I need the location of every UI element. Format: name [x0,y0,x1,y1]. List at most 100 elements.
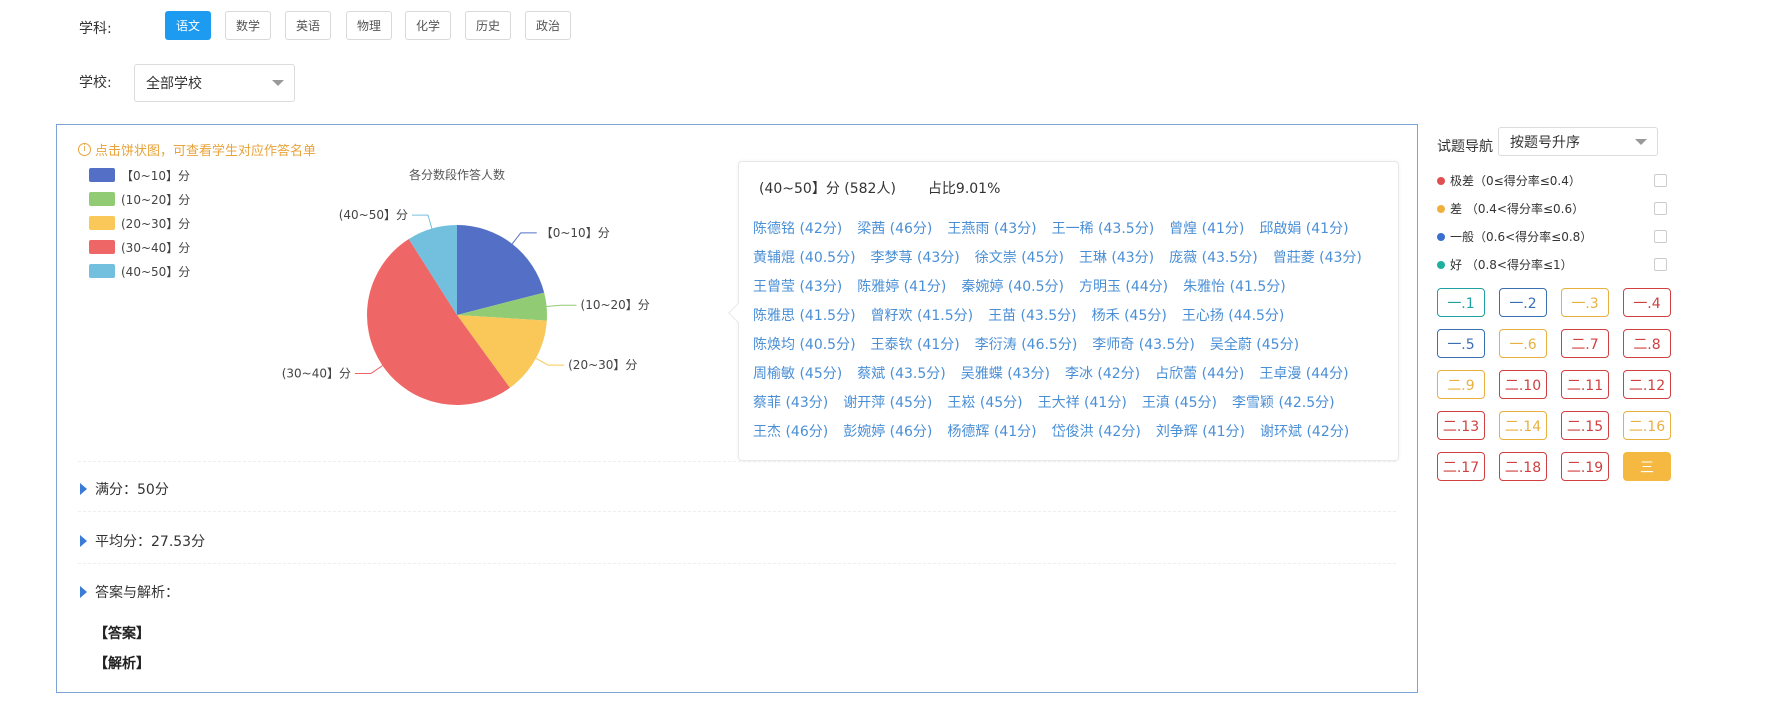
student-name[interactable]: 蔡菲 (43分) [753,389,828,418]
school-label: 学校: [79,75,112,91]
student-name[interactable]: 陈雅婷 (41分) [857,273,946,302]
question-button[interactable]: 一.6 [1499,329,1547,358]
student-name[interactable]: 蔡斌 (43.5分) [857,360,946,389]
subject-button[interactable]: 政治 [525,11,572,40]
legend-item[interactable]: 【0~10】分 [89,163,190,187]
student-name[interactable]: 梁茜 (46分) [857,215,932,244]
student-name[interactable]: 王滇 (45分) [1142,389,1217,418]
student-name[interactable]: 曾莊菱 (43分) [1273,244,1362,273]
question-button[interactable]: 二.8 [1623,329,1671,358]
student-name[interactable]: 王泰钦 (41分) [871,331,960,360]
student-name[interactable]: 王燕雨 (43分) [947,215,1036,244]
student-name[interactable]: 王崧 (45分) [947,389,1022,418]
student-name[interactable]: 王曾莹 (43分) [753,273,842,302]
student-name[interactable]: 朱雅怡 (41.5分) [1183,273,1286,302]
student-name[interactable]: 陈德铭 (42分) [753,215,842,244]
score-distribution-pie-chart[interactable]: 各分数段作答人数【0~10】分 (10~20】分 (20~30】分 (30~40】分 (… [207,155,707,445]
student-name[interactable]: 李梦荨 (43分) [871,244,960,273]
question-button[interactable]: 二.11 [1561,370,1609,399]
question-button[interactable]: 二.7 [1561,329,1609,358]
student-name[interactable]: 杨禾 (45分) [1092,302,1167,331]
subject-button[interactable]: 化学 [405,11,452,40]
pie-label: (20~30】分 [568,358,637,372]
analysis-section[interactable]: 答案与解析： [80,582,179,602]
score-rate-filter[interactable]: 一般（0.6<得分率≤0.8） [1437,228,1667,245]
student-name[interactable]: 李衍涛 (46.5分) [975,331,1078,360]
student-name[interactable]: 徐文崇 (45分) [975,244,1064,273]
question-button[interactable]: 二.10 [1499,370,1547,399]
student-name[interactable]: 王琳 (43分) [1079,244,1154,273]
legend-item[interactable]: (40~50】分 [89,259,190,283]
question-button[interactable]: 一.4 [1623,288,1671,317]
filter-checkbox[interactable] [1654,174,1667,187]
question-button[interactable]: 二.18 [1499,452,1547,481]
score-rate-filter[interactable]: 极差（0≤得分率≤0.4） [1437,172,1667,189]
question-button[interactable]: 一.3 [1561,288,1609,317]
student-name[interactable]: 王苗 (43.5分) [988,302,1077,331]
question-button[interactable]: 二.16 [1623,411,1671,440]
student-name[interactable]: 周榆敏 (45分) [753,360,842,389]
subject-button[interactable]: 语文 [165,11,212,40]
filter-label: 差 （0.4<得分率≤0.6） [1450,202,1585,216]
school-select[interactable]: 全部学校 [134,64,295,102]
student-name[interactable]: 杨德辉 (41分) [947,418,1036,447]
student-name[interactable]: 谢环斌 (42分) [1260,418,1349,447]
question-button[interactable]: 二.13 [1437,411,1485,440]
question-button-grid: 一.1 一.2 一.3 一.4 一.5 一.6 二.7 二.8 二.9 二.10 二.11 二.12 二… [1437,288,1671,481]
subject-button[interactable]: 英语 [285,11,332,40]
subject-button[interactable]: 数学 [225,11,272,40]
student-name[interactable]: 李雪颖 (42.5分) [1232,389,1335,418]
student-name[interactable]: 曾籽欢 (41.5分) [871,302,974,331]
student-name[interactable]: 王卓漫 (44分) [1259,360,1348,389]
question-button[interactable]: 一.1 [1437,288,1485,317]
student-name[interactable]: 秦婉婷 (40.5分) [961,273,1064,302]
legend-item[interactable]: (10~20】分 [89,187,190,211]
legend-label: 【0~10】分 [121,168,190,183]
legend-item[interactable]: (30~40】分 [89,235,190,259]
score-rate-filter[interactable]: 好 （0.8<得分率≤1） [1437,256,1667,273]
question-button[interactable]: 二.19 [1561,452,1609,481]
student-name[interactable]: 彭婉婷 (46分) [843,418,932,447]
pie-label-line [535,357,565,366]
legend-item[interactable]: (20~30】分 [89,211,190,235]
student-name[interactable]: 陈焕均 (40.5分) [753,331,856,360]
question-button[interactable]: 二.9 [1437,370,1485,399]
subject-button[interactable]: 历史 [465,11,512,40]
question-button[interactable]: 一.5 [1437,329,1485,358]
student-name[interactable]: 占欣蕾 (44分) [1155,360,1244,389]
student-name[interactable]: 李师奇 (43.5分) [1092,331,1195,360]
filter-checkbox[interactable] [1654,258,1667,271]
legend-swatch [89,168,115,182]
question-button[interactable]: 三 [1623,452,1671,481]
pie-label-line [411,214,433,229]
student-name[interactable]: 李冰 (42分) [1065,360,1140,389]
filter-checkbox[interactable] [1654,202,1667,215]
student-name[interactable]: 王一稀 (43.5分) [1052,215,1155,244]
student-name[interactable]: 刘争辉 (41分) [1156,418,1245,447]
question-button[interactable]: 一.2 [1499,288,1547,317]
subject-button[interactable]: 物理 [346,11,393,40]
student-name[interactable]: 邱啟娟 (41分) [1259,215,1348,244]
student-name[interactable]: 曾煌 (41分) [1169,215,1244,244]
student-name[interactable]: 黄辅焜 (40.5分) [753,244,856,273]
student-name[interactable]: 王杰 (46分) [753,418,828,447]
student-name[interactable]: 吴雅蝶 (43分) [961,360,1050,389]
average-section[interactable]: 平均分：27.53分 [80,531,205,551]
score-rate-filter[interactable]: 差 （0.4<得分率≤0.6） [1437,200,1667,217]
student-name[interactable]: 庞薇 (43.5分) [1169,244,1258,273]
student-name[interactable]: 陈雅思 (41.5分) [753,302,856,331]
student-name[interactable]: 吴全蔚 (45分) [1210,331,1299,360]
question-button[interactable]: 二.15 [1561,411,1609,440]
student-name[interactable]: 王心扬 (44.5分) [1182,302,1285,331]
student-name[interactable]: 谢开萍 (45分) [843,389,932,418]
caret-right-icon [80,535,87,547]
question-button[interactable]: 二.12 [1623,370,1671,399]
student-name[interactable]: 岱俊洪 (42分) [1052,418,1141,447]
student-name[interactable]: 方明玉 (44分) [1079,273,1168,302]
question-button[interactable]: 二.14 [1499,411,1547,440]
sort-select[interactable]: 按题号升序 [1498,127,1658,156]
student-name[interactable]: 王大祥 (41分) [1038,389,1127,418]
question-button[interactable]: 二.17 [1437,452,1485,481]
full-score-section[interactable]: 满分：50分 [80,479,169,499]
filter-checkbox[interactable] [1654,230,1667,243]
